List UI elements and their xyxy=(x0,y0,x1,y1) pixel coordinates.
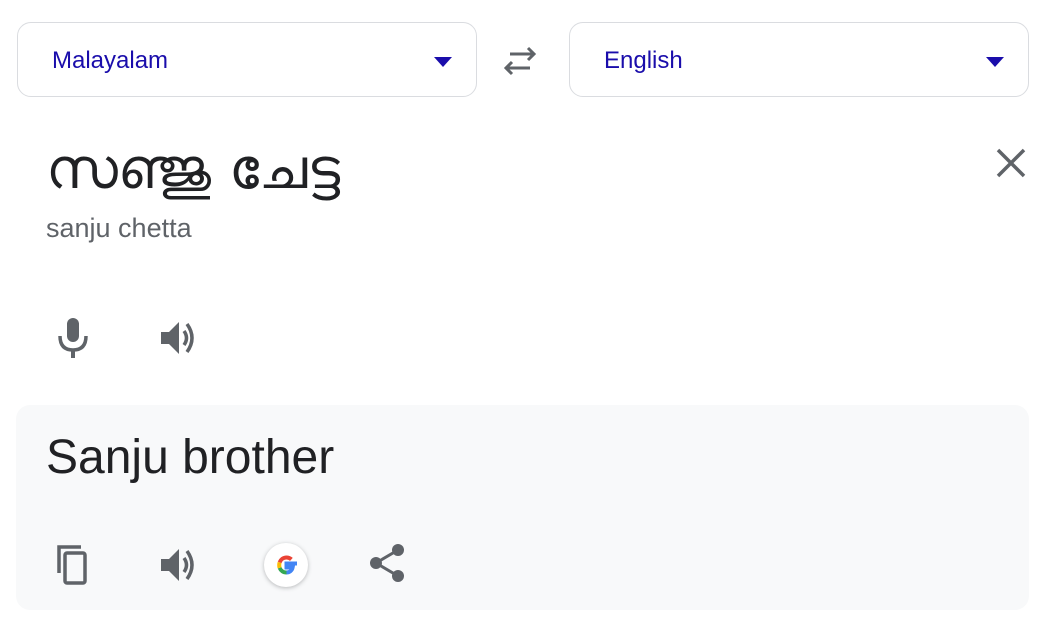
source-text: സഞ്ജു ചേട്ട xyxy=(46,137,341,202)
dropdown-arrow-icon xyxy=(434,57,452,67)
copy-icon xyxy=(51,541,95,589)
swap-arrows-icon xyxy=(496,42,544,82)
source-language-select[interactable]: Malayalam xyxy=(17,22,477,97)
listen-translation-button[interactable] xyxy=(155,541,203,589)
speaker-icon xyxy=(155,541,203,589)
close-icon xyxy=(990,142,1032,184)
microphone-icon xyxy=(49,312,97,364)
google-logo-icon xyxy=(264,543,308,587)
listen-source-button[interactable] xyxy=(155,314,203,362)
target-language-label: English xyxy=(604,47,683,74)
speaker-icon xyxy=(155,314,203,362)
copy-button[interactable] xyxy=(51,541,95,589)
clear-button[interactable] xyxy=(990,142,1032,184)
target-language-select[interactable]: English xyxy=(569,22,1029,97)
swap-languages-button[interactable] xyxy=(496,42,544,82)
source-transliteration: sanju chetta xyxy=(46,213,192,243)
translation-result-panel: Sanju brother xyxy=(16,405,1029,610)
translation-text: Sanju brother xyxy=(46,431,335,484)
microphone-button[interactable] xyxy=(49,312,97,364)
share-icon xyxy=(364,539,412,587)
dropdown-arrow-icon xyxy=(986,57,1004,67)
share-button[interactable] xyxy=(364,539,412,587)
google-search-button[interactable] xyxy=(264,543,308,587)
source-language-label: Malayalam xyxy=(52,47,169,74)
